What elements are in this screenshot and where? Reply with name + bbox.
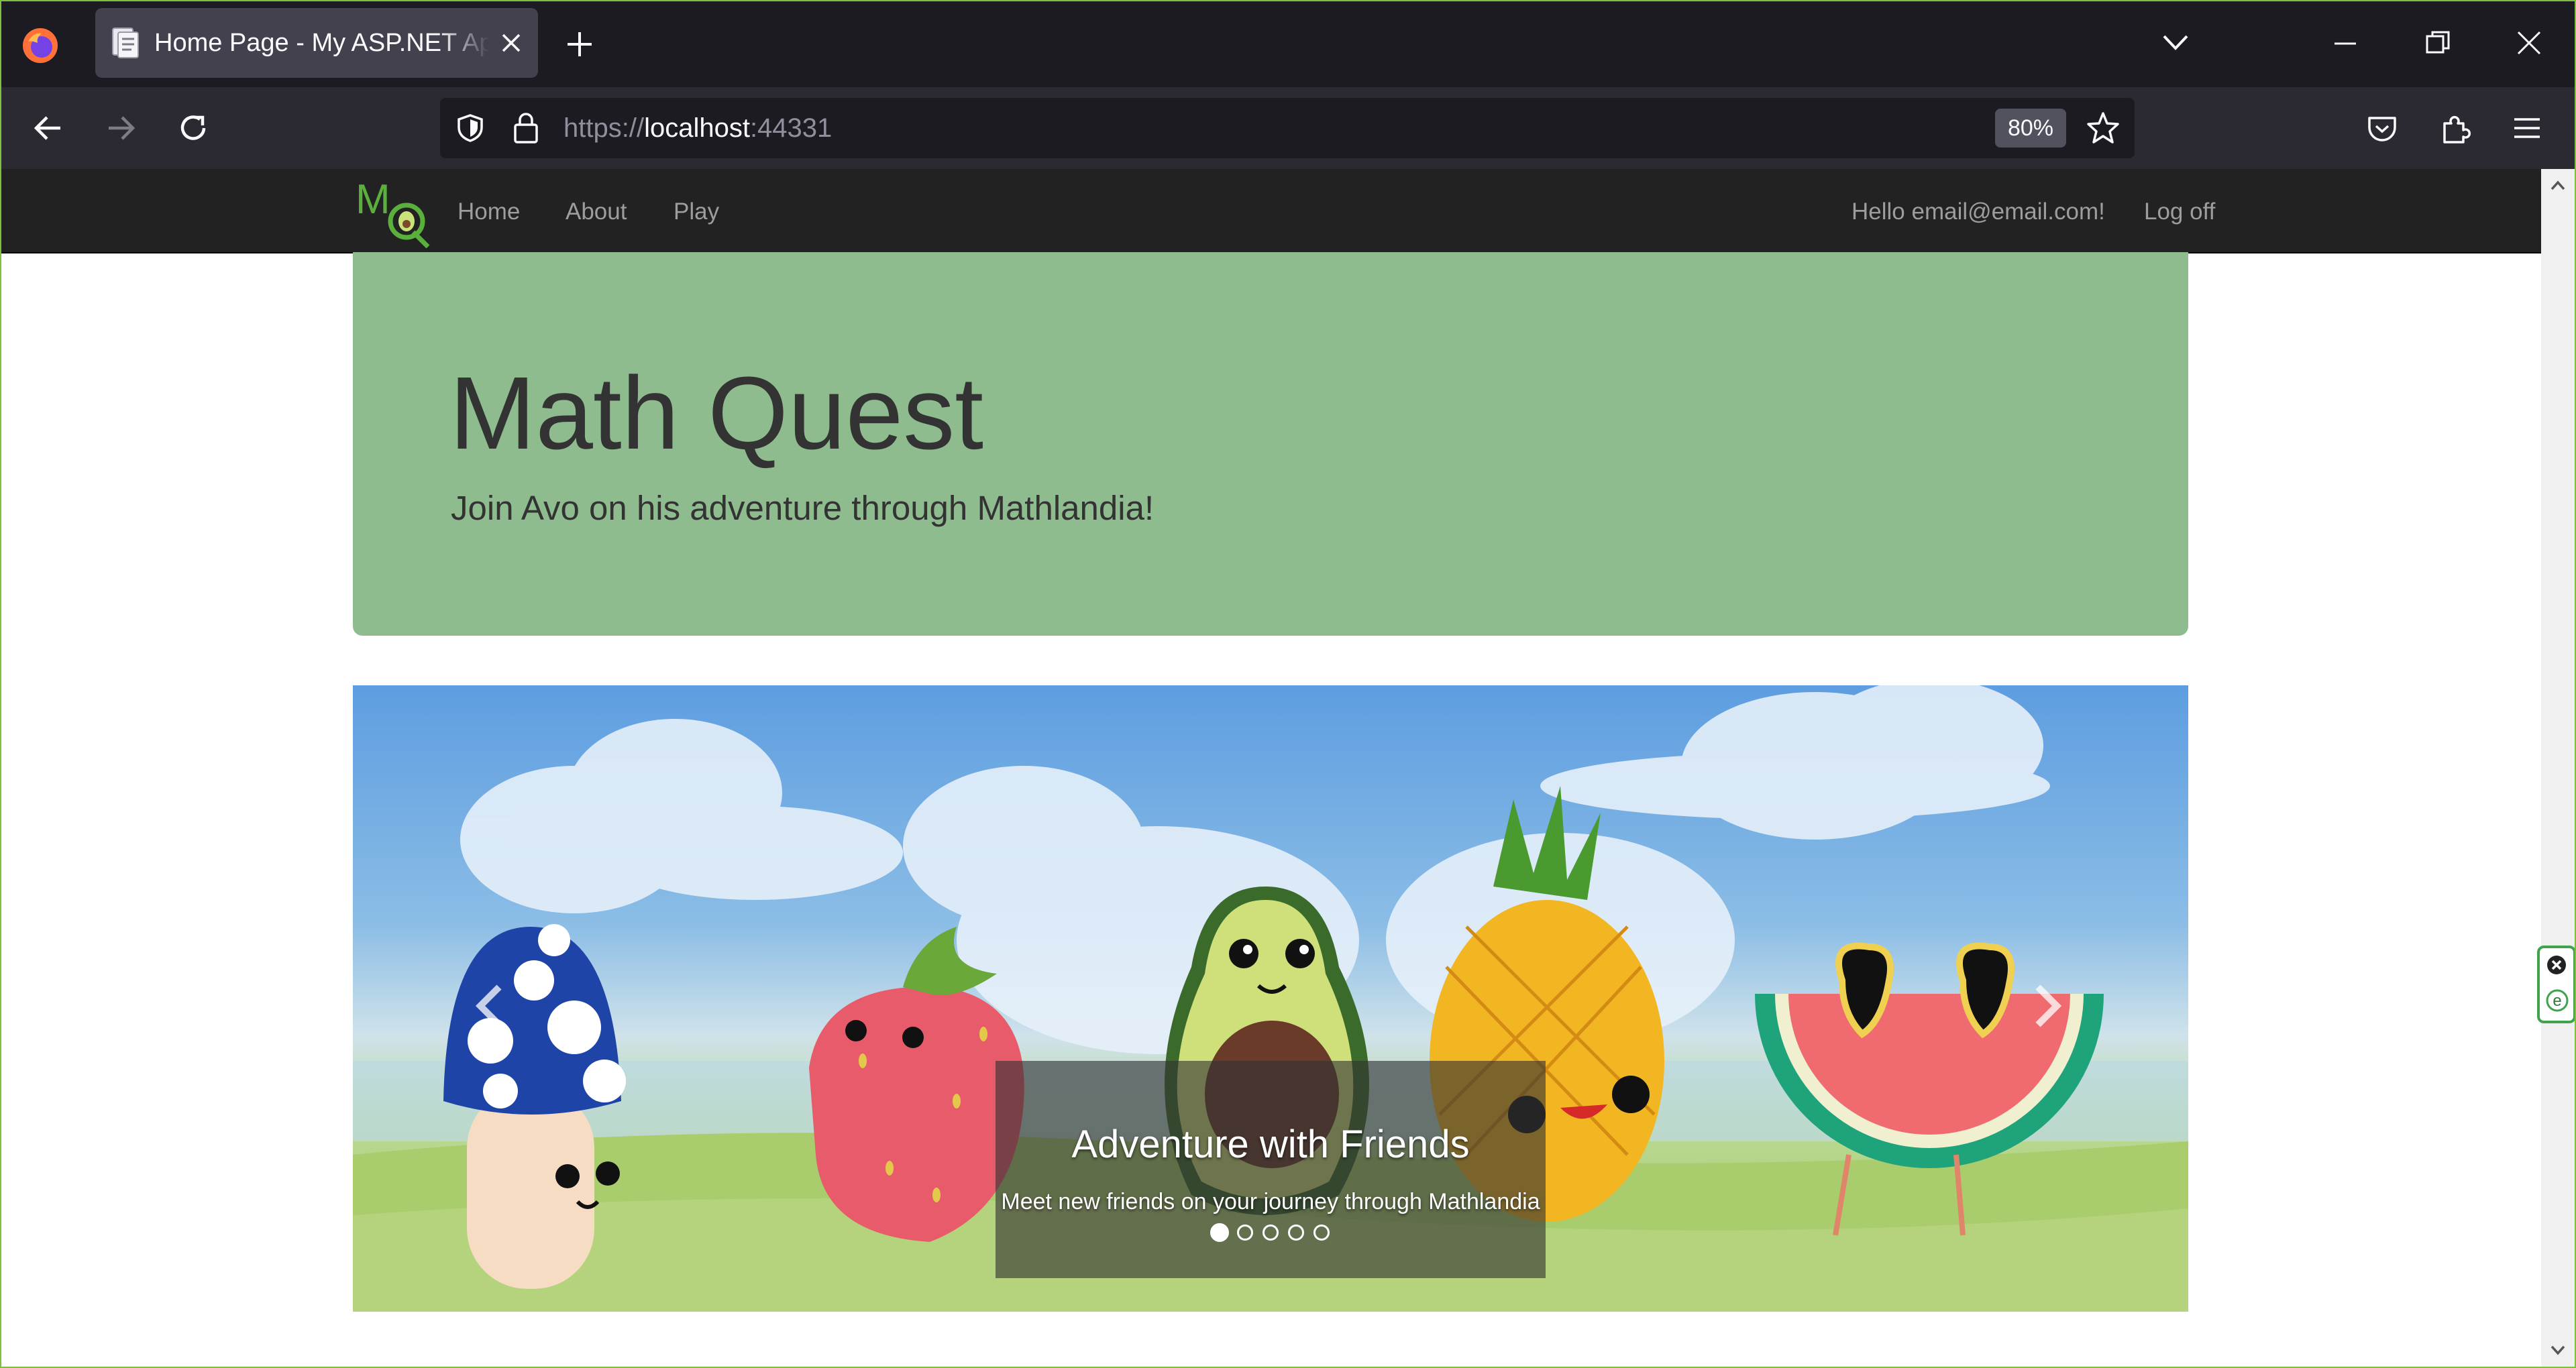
image-carousel[interactable]: Adventure with Friends Meet new friends … (353, 685, 2188, 1312)
minimize-icon[interactable] (2328, 25, 2363, 60)
url-port: :44331 (749, 113, 833, 143)
reload-icon[interactable] (174, 109, 212, 147)
carousel-indicator-4[interactable] (1288, 1224, 1304, 1241)
close-tab-icon[interactable] (499, 31, 523, 55)
nav-link-play[interactable]: Play (674, 197, 719, 227)
tab-active[interactable]: Home Page - My ASP.NET Application (95, 8, 538, 78)
close-window-icon[interactable] (2512, 25, 2546, 60)
tab-title: Home Page - My ASP.NET Application (154, 29, 490, 57)
hero-jumbotron: Math Quest Join Avo on his adventure thr… (353, 252, 2188, 636)
user-greeting-link[interactable]: Hello email@email.com! (1851, 197, 2105, 227)
url-host: localhost (644, 113, 750, 143)
scroll-up-icon[interactable] (2546, 174, 2569, 197)
browser-toolbar: https://localhost:44331 80% (0, 87, 2576, 169)
menu-hamburger-icon[interactable] (2509, 110, 2545, 146)
logoff-link[interactable]: Log off (2144, 197, 2215, 227)
tracking-protection-shield-icon[interactable] (455, 113, 486, 144)
carousel-indicator-3[interactable] (1263, 1224, 1279, 1241)
bookmark-star-icon[interactable] (2085, 110, 2121, 146)
nav-link-about[interactable]: About (566, 197, 627, 227)
new-tab-icon[interactable] (564, 28, 596, 60)
list-all-tabs-icon[interactable] (2159, 30, 2192, 56)
carousel-caption-title: Adventure with Friends (1071, 1123, 1470, 1166)
hero-title: Math Quest (449, 355, 984, 471)
url-bar[interactable]: https://localhost:44331 80% (440, 98, 2135, 158)
svg-text:M: M (356, 176, 390, 223)
side-extension-widget[interactable]: e (2537, 946, 2576, 1023)
lock-icon[interactable] (511, 111, 541, 145)
url-scheme: https:// (564, 113, 645, 143)
carousel-caption-text: Meet new friends on your journey through… (1001, 1189, 1540, 1214)
forward-icon (109, 116, 136, 140)
firefox-logo-icon[interactable] (21, 27, 59, 64)
url-text[interactable]: https://localhost:44331 (564, 111, 832, 145)
math-quest-logo[interactable]: M (354, 173, 435, 248)
svg-text:e: e (2553, 992, 2561, 1010)
zoom-level-badge[interactable]: 80% (1995, 109, 2066, 148)
carousel-indicator-5[interactable] (1313, 1224, 1330, 1241)
carousel-prev-icon[interactable] (470, 979, 510, 1033)
nav-link-home[interactable]: Home (458, 197, 520, 227)
restore-icon[interactable] (2420, 25, 2455, 60)
scroll-down-icon[interactable] (2546, 1338, 2569, 1361)
hero-subtitle: Join Avo on his adventure through Mathla… (451, 489, 1155, 527)
pocket-icon[interactable] (2364, 110, 2400, 146)
carousel-indicator-1[interactable] (1210, 1223, 1229, 1242)
page-favicon-icon (112, 27, 139, 58)
extensions-icon[interactable] (2438, 110, 2474, 146)
back-icon[interactable] (30, 109, 67, 147)
close-circle-icon[interactable] (2545, 954, 2568, 976)
tab-strip: Home Page - My ASP.NET Application (0, 0, 2576, 87)
carousel-indicators (0, 1223, 2576, 1249)
site-navbar: M Home About Play Hello email@email.com!… (0, 169, 2541, 253)
carousel-next-icon[interactable] (2027, 979, 2068, 1033)
carousel-indicator-2[interactable] (1237, 1224, 1253, 1241)
page-scrollbar[interactable] (2541, 169, 2576, 1368)
extension-e-icon[interactable]: e (2545, 988, 2569, 1013)
